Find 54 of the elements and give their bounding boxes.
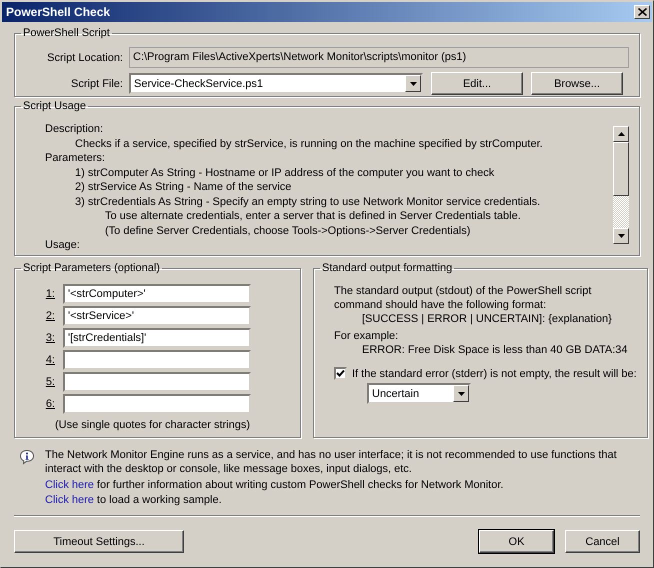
- parameter-field[interactable]: [63, 372, 251, 392]
- usage-text-line: To use alternate credentials, enter a server that is defined in Server Credentials table.: [104, 209, 522, 224]
- parameter-field[interactable]: '[strCredentials]': [63, 328, 251, 348]
- group-title: PowerShell Script: [22, 27, 111, 39]
- ok-button[interactable]: OK: [479, 530, 554, 553]
- result-dropdown[interactable]: Uncertain: [367, 383, 471, 404]
- parameter-field[interactable]: [63, 350, 251, 370]
- link-description: to load a working sample.: [96, 494, 222, 506]
- usage-text-line: Parameters:: [45, 151, 106, 166]
- output-description: The standard output (stdout) of the PowerShell script command should have the following format:: [334, 284, 592, 312]
- parameter-label: 1:: [44, 288, 56, 300]
- script-action-button[interactable]: Browse...: [531, 72, 623, 95]
- usage-text-line: 1) strComputer As String - Hostname or IP address of the computer you want to check: [74, 166, 496, 180]
- parameter-field[interactable]: '<strComputer>': [63, 284, 251, 304]
- example-text: ERROR: Free Disk Space is less than 40 GB DATA:34: [362, 343, 629, 357]
- stderr-checkbox[interactable]: [334, 367, 347, 380]
- scroll-down-arrow-icon[interactable]: [618, 234, 624, 238]
- script-file-dropdown[interactable]: Service-CheckService.ps1: [129, 73, 423, 94]
- usage-text-line: 3) strCredentials As String - Specify an empty string to use Network Monitor service credentials.: [74, 194, 542, 209]
- example-label: For example:: [334, 329, 400, 343]
- close-button[interactable]: [634, 5, 650, 19]
- parameter-field[interactable]: '<strService>': [63, 306, 251, 326]
- group-title: Script Usage: [22, 100, 87, 112]
- timeout-settings-button[interactable]: Timeout Settings...: [14, 530, 184, 553]
- hint-text: (Use single quotes for character strings): [55, 419, 252, 431]
- script-action-button[interactable]: Edit...: [431, 72, 523, 95]
- parameter-label: 2:: [44, 310, 56, 322]
- parameter-field[interactable]: [63, 394, 251, 414]
- checkbox-label: If the standard error (stderr) is not empty, the result will be:: [352, 368, 637, 380]
- field-label: Script Location:: [46, 52, 123, 64]
- field-label: Script File:: [70, 78, 123, 90]
- script-location-field: C:\Program Files\ActiveXperts\Network Monitor\scripts\monitor (ps1): [129, 47, 629, 68]
- output-format-text: [SUCCESS | ERROR | UNCERTAIN]: {explanation}: [362, 312, 613, 326]
- scroll-up-arrow-icon[interactable]: [618, 132, 624, 136]
- info-message: The Network Monitor Engine runs as a service, and has no user interface; it is not recommended to use functions that interact with the desktop or console, like message boxes, input dialogs, etc.: [45, 448, 618, 476]
- usage-text-line: (To define Server Credentials, choose Tools->Options->Server Credentials): [104, 224, 472, 238]
- group-title: Script Parameters (optional): [22, 262, 161, 274]
- usage-text-line: 2) strService As String - Name of the service: [74, 180, 292, 194]
- click-here-link[interactable]: Click here: [45, 494, 94, 506]
- group-title: Standard output formatting: [321, 262, 454, 274]
- scrollbar[interactable]: [613, 126, 629, 244]
- parameter-label: 3:: [44, 332, 56, 344]
- usage-text-line: Description:: [45, 122, 104, 136]
- info-icon: [19, 449, 35, 465]
- cancel-button[interactable]: Cancel: [565, 530, 640, 553]
- click-here-link[interactable]: Click here: [45, 479, 94, 491]
- parameter-label: 5:: [44, 376, 56, 388]
- close-icon: [638, 8, 646, 16]
- parameter-label: 6:: [44, 398, 56, 410]
- window-title: PowerShell Check: [6, 5, 112, 19]
- link-description: for further information about writing custom PowerShell checks for Network Monitor.: [96, 479, 504, 491]
- usage-text-line: Usage:: [45, 238, 81, 252]
- parameter-label: 4:: [44, 354, 56, 366]
- usage-text-line: Checks if a service, specified by strService, is running on the machine specified by strComputer.: [74, 136, 544, 151]
